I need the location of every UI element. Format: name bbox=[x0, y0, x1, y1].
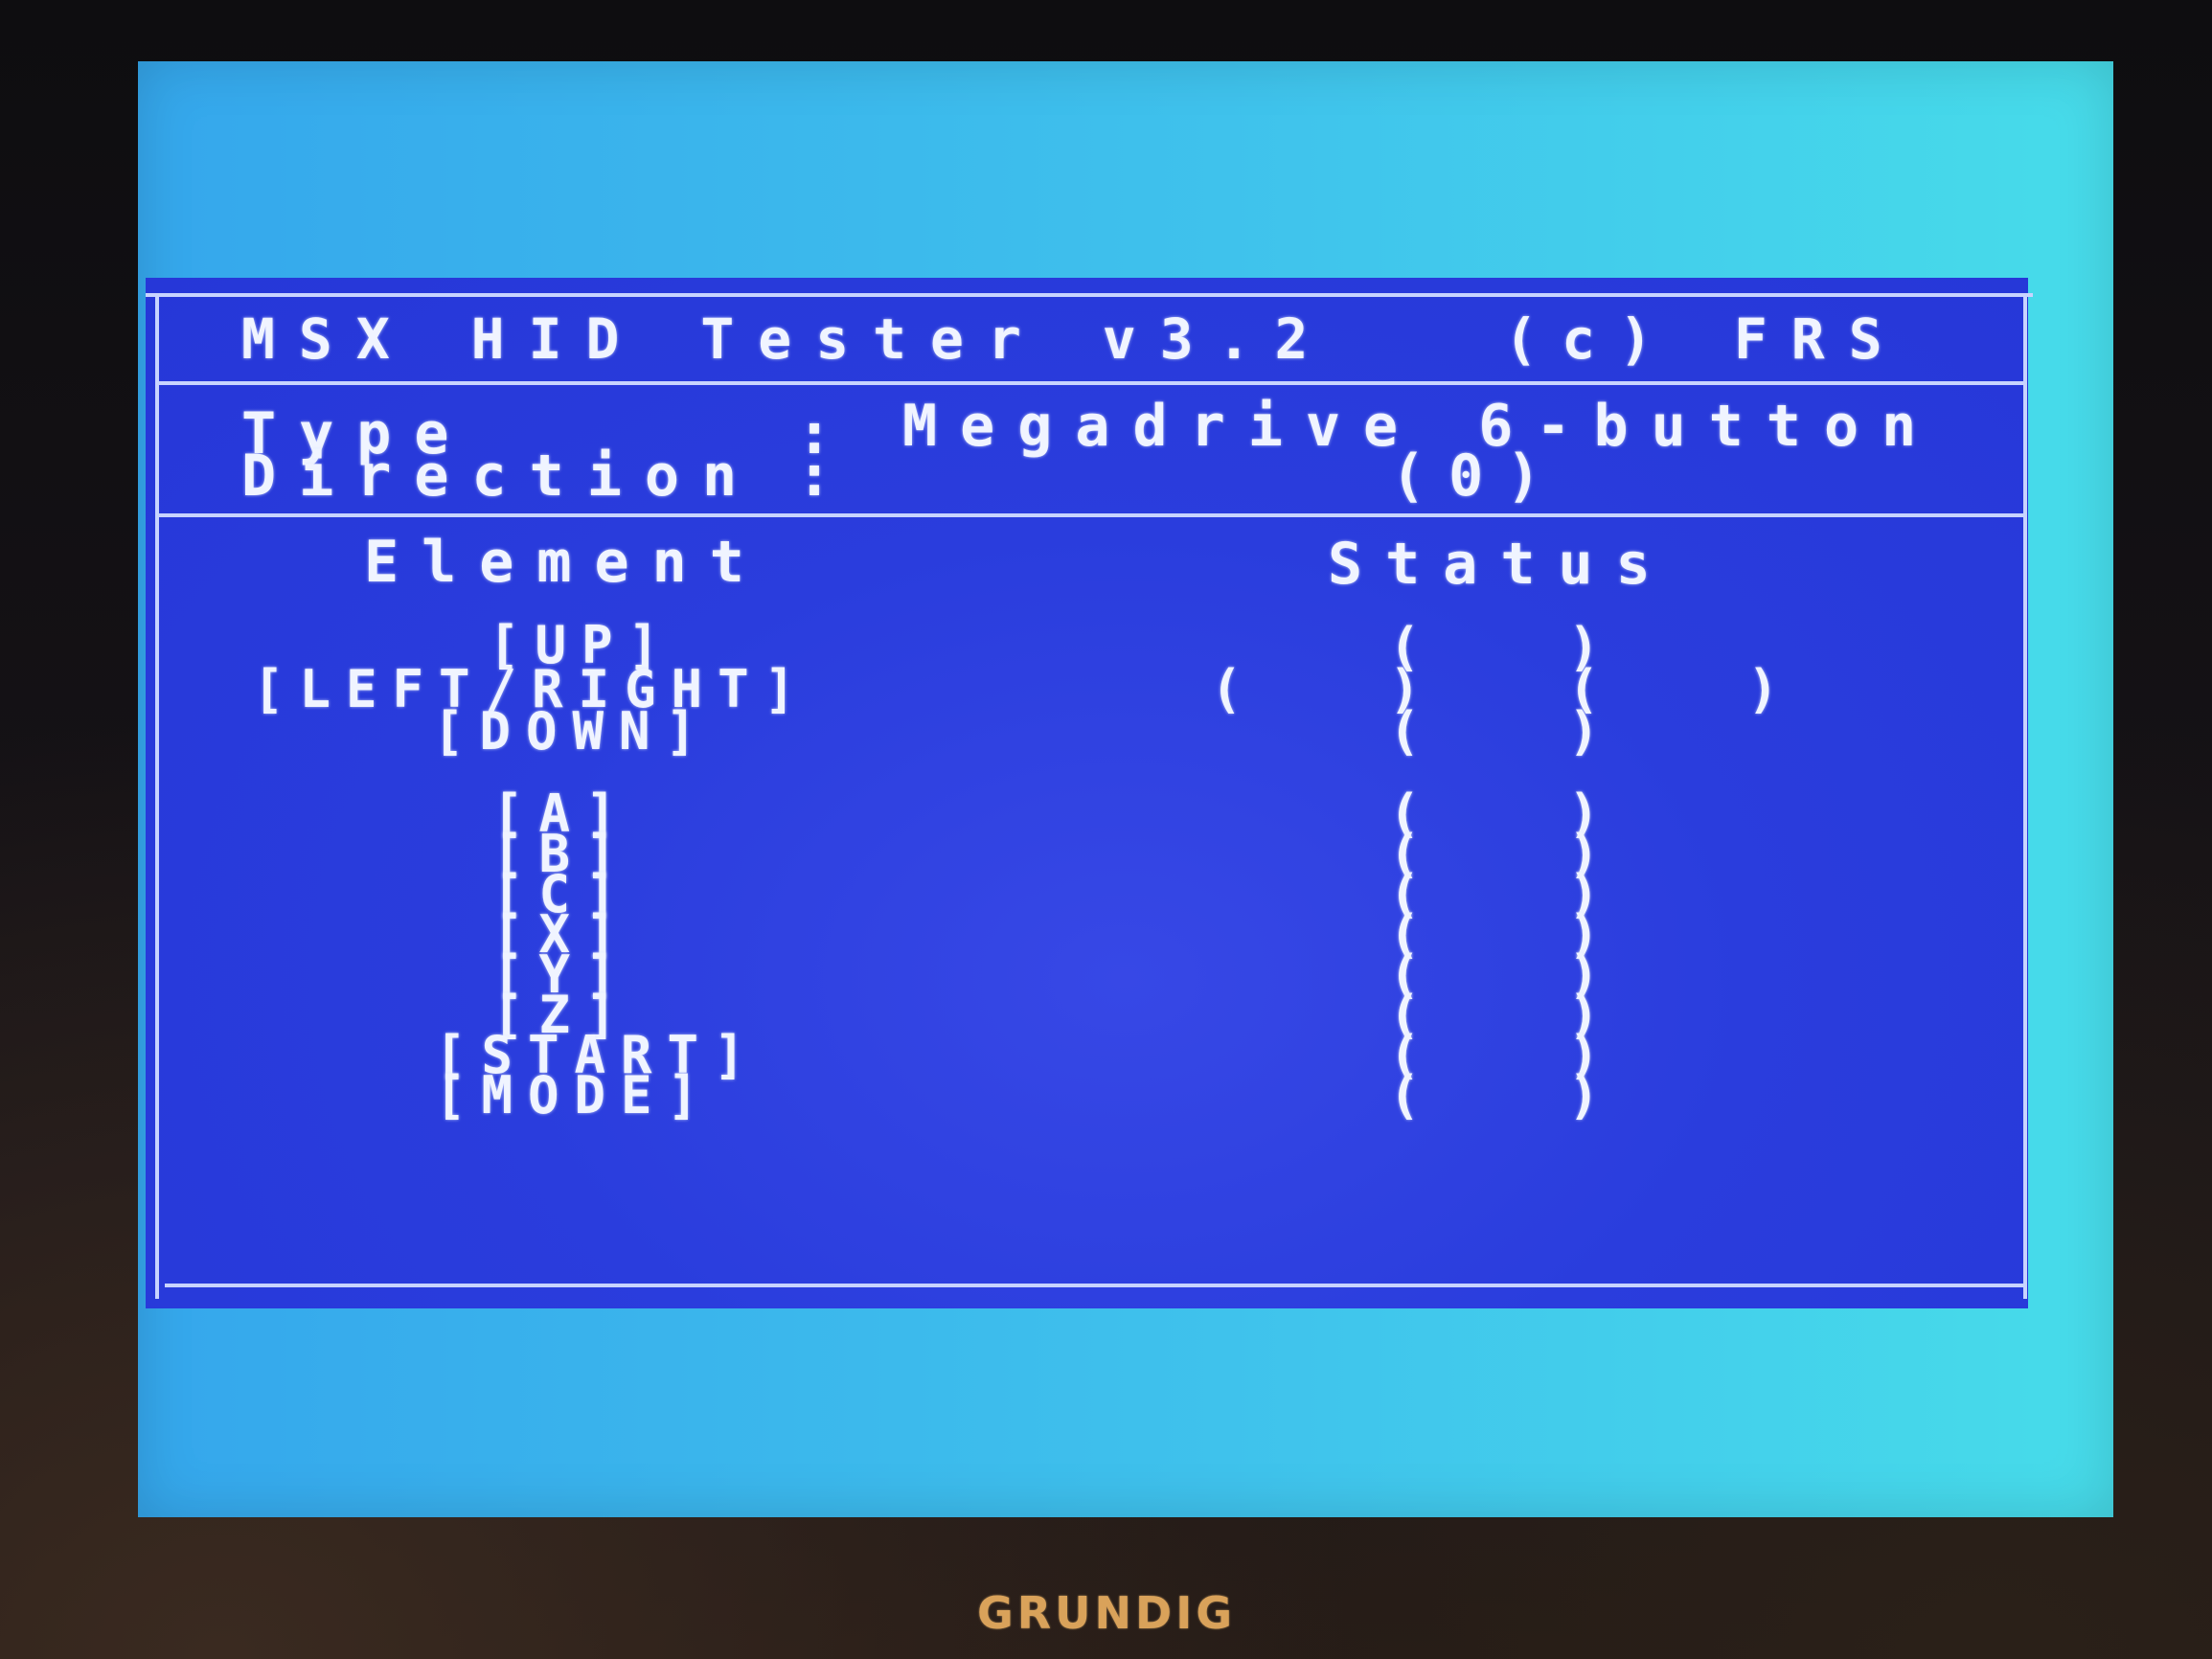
button-mode-status-open: ( bbox=[1389, 1065, 1421, 1125]
frame-top-rule bbox=[146, 293, 2033, 297]
title-divider bbox=[155, 381, 2027, 385]
app-title: MSX HID Tester v3.2 (c) FRS bbox=[241, 307, 1906, 372]
direction-label: Direction bbox=[241, 443, 761, 510]
status-header: Status bbox=[1328, 531, 1674, 598]
lr-status-outer-close: ) bbox=[1747, 659, 1779, 719]
direction-down-label: [DOWN] bbox=[433, 701, 713, 761]
direction-separator: : bbox=[797, 443, 855, 510]
element-header: Element bbox=[364, 529, 767, 596]
down-status-close: ) bbox=[1568, 701, 1600, 761]
tester-panel: MSX HID Tester v3.2 (c) FRS Type : Megad… bbox=[146, 278, 2033, 1308]
button-mode-label: [MODE] bbox=[435, 1065, 715, 1125]
button-mode-status-close: ) bbox=[1568, 1065, 1600, 1125]
down-status-open: ( bbox=[1389, 701, 1421, 761]
frame-bottom-rule bbox=[165, 1284, 2027, 1287]
frame-left-rule bbox=[155, 293, 159, 1299]
direction-value: (0) bbox=[1391, 443, 1564, 510]
lr-status-outer-open: ( bbox=[1211, 659, 1243, 719]
monitor-brand-logo: GRUNDIG bbox=[977, 1587, 1237, 1639]
frame-right-rule bbox=[2023, 293, 2027, 1299]
info-divider bbox=[155, 513, 2027, 517]
